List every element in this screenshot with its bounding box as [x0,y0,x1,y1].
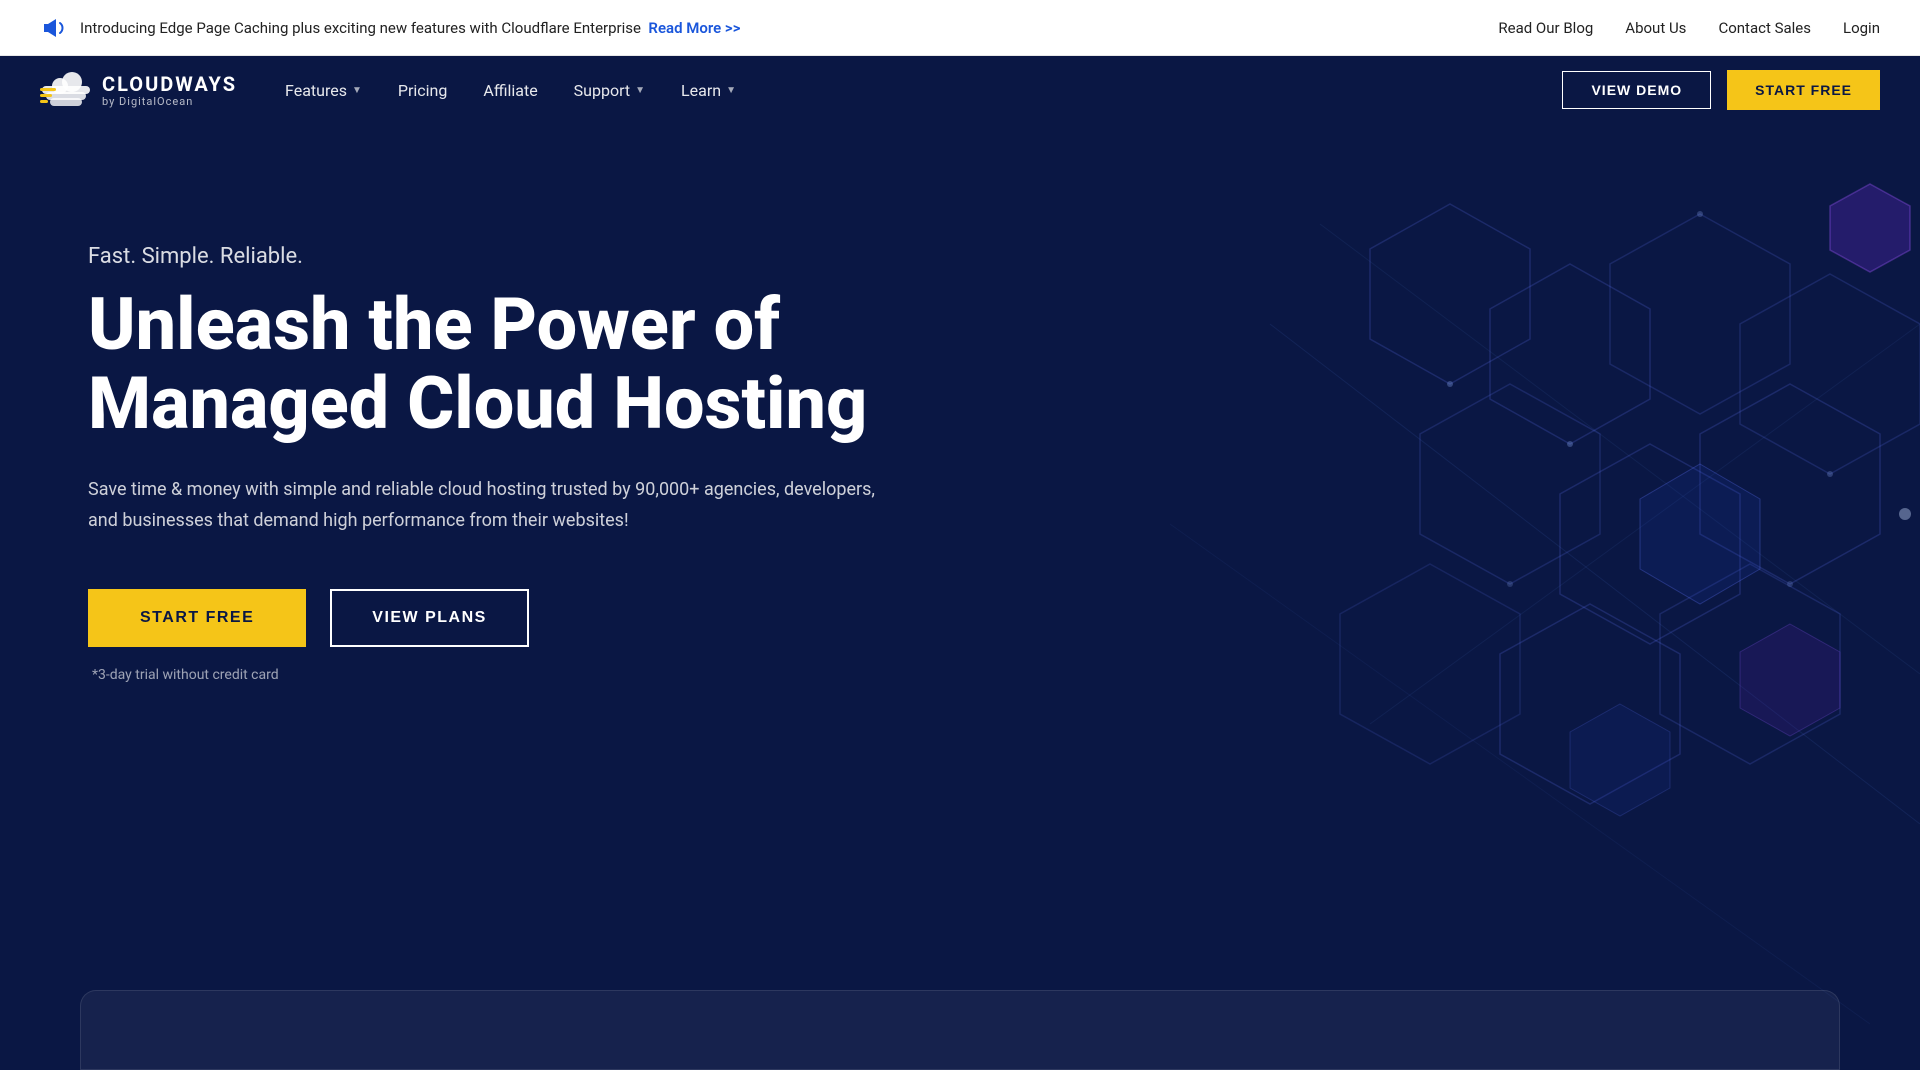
features-chevron-icon: ▼ [352,85,362,96]
read-more-link[interactable]: Read More >> [648,19,740,37]
logo-area[interactable]: CLOUDWAYS by DigitalOcean [40,70,237,110]
start-free-nav-button[interactable]: START FREE [1727,70,1880,110]
hero-tagline: Fast. Simple. Reliable. [88,244,960,269]
megaphone-icon [40,14,68,42]
hero-title: Unleash the Power of Managed Cloud Hosti… [88,285,960,443]
bottom-card-peek [80,990,1840,1070]
view-demo-button[interactable]: VIEW DEMO [1562,71,1711,109]
features-nav-link[interactable]: Features ▼ [285,81,362,100]
hero-content: Fast. Simple. Reliable. Unleash the Powe… [0,124,960,683]
main-nav: CLOUDWAYS by DigitalOcean Features ▼ Pri… [0,56,1920,124]
hero-background [970,124,1920,1070]
top-bar-left: Introducing Edge Page Caching plus excit… [40,14,740,42]
top-bar-right: Read Our Blog About Us Contact Sales Log… [1498,19,1880,37]
hero-buttons: START FREE VIEW PLANS [88,589,960,647]
learn-chevron-icon: ▼ [726,85,736,96]
nav-links: Features ▼ Pricing Affiliate Support ▼ L… [285,81,736,100]
view-plans-button[interactable]: VIEW PLANS [330,589,529,647]
cloudways-logo-icon [40,70,92,110]
nav-left: CLOUDWAYS by DigitalOcean Features ▼ Pri… [40,70,736,110]
trial-note: *3-day trial without credit card [92,667,960,683]
hero-description: Save time & money with simple and reliab… [88,475,908,536]
support-nav-link[interactable]: Support ▼ [574,81,645,100]
pricing-nav-link[interactable]: Pricing [398,81,448,100]
contact-sales-link[interactable]: Contact Sales [1718,19,1811,37]
logo-text-block: CLOUDWAYS by DigitalOcean [102,73,237,108]
login-link[interactable]: Login [1843,19,1880,37]
about-us-link[interactable]: About Us [1625,19,1686,37]
hero-section: Fast. Simple. Reliable. Unleash the Powe… [0,124,1920,1070]
nav-right: VIEW DEMO START FREE [1562,70,1880,110]
affiliate-nav-link[interactable]: Affiliate [483,81,537,100]
top-bar: Introducing Edge Page Caching plus excit… [0,0,1920,56]
read-our-blog-link[interactable]: Read Our Blog [1498,19,1593,37]
start-free-hero-button[interactable]: START FREE [88,589,306,647]
support-chevron-icon: ▼ [635,85,645,96]
announcement-text: Introducing Edge Page Caching plus excit… [80,19,740,37]
learn-nav-link[interactable]: Learn ▼ [681,81,736,100]
